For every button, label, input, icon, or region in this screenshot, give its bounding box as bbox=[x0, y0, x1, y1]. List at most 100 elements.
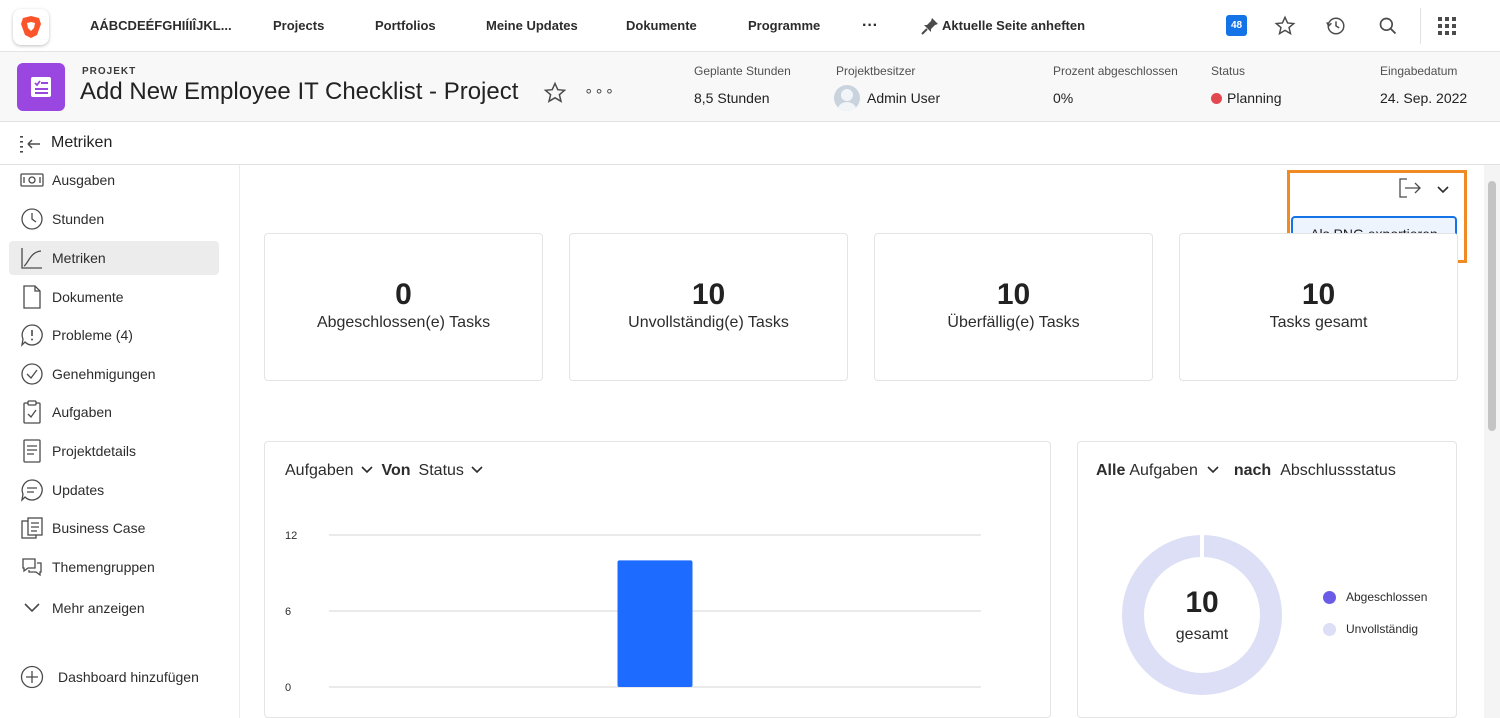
nav-portfolios[interactable]: Portfolios bbox=[375, 0, 436, 52]
sidebar-item-label: Dokumente bbox=[52, 289, 124, 305]
business-case-icon bbox=[20, 516, 44, 540]
groups-icon bbox=[20, 555, 44, 579]
percent-complete-value: 0% bbox=[1053, 90, 1074, 106]
donut-gap bbox=[1200, 534, 1204, 558]
status-dot-icon bbox=[1211, 92, 1222, 104]
y-tick-label: 12 bbox=[285, 530, 297, 542]
section-title: Metriken bbox=[51, 134, 113, 151]
sidebar-item-label: Probleme (4) bbox=[52, 327, 133, 343]
planned-hours-label: Geplante Stunden bbox=[694, 64, 791, 78]
kpi-card-incomplete: 10 Unvollständig(e) Tasks bbox=[569, 233, 848, 381]
add-dashboard-label: Dashboard hinzufügen bbox=[58, 669, 199, 685]
donut-center-label: gesamt bbox=[1175, 626, 1229, 643]
status-badge[interactable]: Planning bbox=[1211, 90, 1282, 106]
kpi-card-overdue: 10 Überfällig(e) Tasks bbox=[874, 233, 1153, 381]
legend-label: Unvollständig bbox=[1346, 622, 1419, 636]
sidebar-item-metriken[interactable]: Metriken bbox=[9, 241, 219, 275]
donut-chart bbox=[1122, 534, 1282, 695]
entry-date-label: Eingabedatum bbox=[1380, 64, 1458, 78]
legend-swatch bbox=[1323, 622, 1336, 636]
nav-divider bbox=[1420, 8, 1421, 44]
chart-line-icon bbox=[20, 246, 44, 270]
kpi-value: 10 bbox=[996, 278, 1031, 311]
sidebar-item-label: Themengruppen bbox=[52, 559, 155, 575]
workspace-switcher[interactable]: AÁBCDEÉFGHIÍIÎJKL... bbox=[90, 0, 232, 52]
y-tick-label: 6 bbox=[285, 606, 291, 618]
entry-date-value: 24. Sep. 2022 bbox=[1380, 90, 1468, 106]
page-title: Add New Employee IT Checklist - Project bbox=[80, 78, 519, 105]
kpi-label: Unvollständig(e) Tasks bbox=[628, 314, 789, 331]
notifications-badge[interactable]: 48 bbox=[1226, 15, 1247, 36]
sidebar-item-ausgaben[interactable]: Ausgaben bbox=[9, 163, 219, 197]
sidebar-item-themengruppen[interactable]: Themengruppen bbox=[9, 550, 219, 584]
bar[interactable] bbox=[617, 560, 693, 687]
sidebar-item-business-case[interactable]: Business Case bbox=[9, 511, 219, 545]
donut-chart-panel: Alle Aufgaben nach Abschlussstatus 10 ge… bbox=[1077, 441, 1457, 718]
add-dashboard-button[interactable]: Dashboard hinzufügen bbox=[9, 660, 219, 694]
sidebar-item-label: Genehmigungen bbox=[52, 366, 156, 382]
kpi-label: Tasks gesamt bbox=[1269, 314, 1368, 331]
apps-grid-icon[interactable] bbox=[1433, 12, 1461, 40]
alert-icon bbox=[20, 323, 44, 347]
sidebar-item-label: Mehr anzeigen bbox=[52, 600, 145, 616]
project-icon bbox=[17, 63, 65, 111]
legend-label: Abgeschlossen bbox=[1346, 590, 1428, 604]
sidebar-item-label: Updates bbox=[52, 482, 105, 498]
collapse-sidebar-icon[interactable] bbox=[20, 135, 42, 158]
sidebar-item-updates[interactable]: Updates bbox=[9, 473, 219, 507]
check-circle-icon bbox=[20, 362, 44, 386]
kpi-label: Abgeschlossen(e) Tasks bbox=[316, 314, 491, 331]
sidebar-item-aufgaben[interactable]: Aufgaben bbox=[9, 395, 219, 429]
sidebar-item-dokumente[interactable]: Dokumente bbox=[9, 280, 219, 314]
section-bar: Metriken bbox=[0, 122, 1500, 165]
kpi-value: 0 bbox=[395, 278, 412, 311]
nav-programme[interactable]: Programme bbox=[748, 0, 820, 52]
chat-icon bbox=[20, 478, 44, 502]
legend-item-incomplete: Unvollständig bbox=[1323, 622, 1418, 636]
chevron-down-icon bbox=[20, 596, 44, 620]
bar-chart-panel: Aufgaben Von Status 12 6 0 bbox=[264, 441, 1051, 718]
app-logo-icon[interactable] bbox=[13, 9, 49, 45]
sidebar-item-genehmigungen[interactable]: Genehmigungen bbox=[9, 357, 219, 391]
sidebar-item-label: Ausgaben bbox=[52, 172, 116, 188]
project-header: PROJEKT Add New Employee IT Checklist - … bbox=[0, 52, 1500, 122]
top-navigation: AÁBCDEÉFGHIÍIÎJKL... Projects Portfolios… bbox=[0, 0, 1500, 52]
nav-more-button[interactable]: ··· bbox=[862, 0, 878, 52]
owner-value[interactable]: Admin User bbox=[834, 85, 940, 111]
owner-label: Projektbesitzer bbox=[836, 64, 916, 78]
percent-complete-label: Prozent abgeschlossen bbox=[1053, 64, 1178, 78]
scrollbar-thumb[interactable] bbox=[1488, 181, 1496, 431]
sidebar-show-more[interactable]: Mehr anzeigen bbox=[9, 591, 219, 625]
nav-projects[interactable]: Projects bbox=[273, 0, 324, 52]
details-icon bbox=[20, 439, 44, 463]
sidebar-item-projektdetails[interactable]: Projektdetails bbox=[9, 434, 219, 468]
avatar bbox=[834, 85, 860, 111]
sidebar-item-stunden[interactable]: Stunden bbox=[9, 202, 219, 236]
pin-page-button[interactable]: Aktuelle Seite anheften bbox=[920, 0, 1085, 52]
document-icon bbox=[20, 285, 44, 309]
nav-dokumente[interactable]: Dokumente bbox=[626, 0, 697, 52]
legend-item-completed: Abgeschlossen bbox=[1323, 590, 1427, 604]
search-icon[interactable] bbox=[1374, 12, 1402, 40]
project-type-label: PROJEKT bbox=[82, 66, 137, 77]
sidebar-item-label: Metriken bbox=[52, 250, 106, 266]
donut-center-value: 10 bbox=[1185, 586, 1219, 619]
planned-hours-value: 8,5 Stunden bbox=[694, 90, 770, 106]
money-icon bbox=[20, 168, 44, 192]
sidebar-item-label: Business Case bbox=[52, 520, 146, 536]
kpi-card-completed: 0 Abgeschlossen(e) Tasks bbox=[264, 233, 543, 381]
sidebar-item-probleme[interactable]: Probleme (4) bbox=[9, 318, 219, 352]
favorite-star-icon[interactable] bbox=[543, 81, 567, 110]
sidebar: Ausgaben Stunden Metriken Dokumente Prob… bbox=[0, 165, 240, 718]
kpi-value: 10 bbox=[691, 278, 726, 311]
clock-icon bbox=[20, 207, 44, 231]
owner-name: Admin User bbox=[867, 90, 941, 106]
kpi-card-total: 10 Tasks gesamt bbox=[1179, 233, 1458, 381]
history-icon[interactable] bbox=[1322, 12, 1350, 40]
kpi-label: Überfällig(e) Tasks bbox=[947, 314, 1080, 331]
plus-circle-icon bbox=[20, 665, 44, 689]
nav-meine-updates[interactable]: Meine Updates bbox=[486, 0, 578, 52]
star-icon[interactable] bbox=[1271, 12, 1299, 40]
kpi-value: 10 bbox=[1301, 278, 1336, 311]
project-more-button[interactable]: ∘∘∘ bbox=[584, 82, 615, 100]
